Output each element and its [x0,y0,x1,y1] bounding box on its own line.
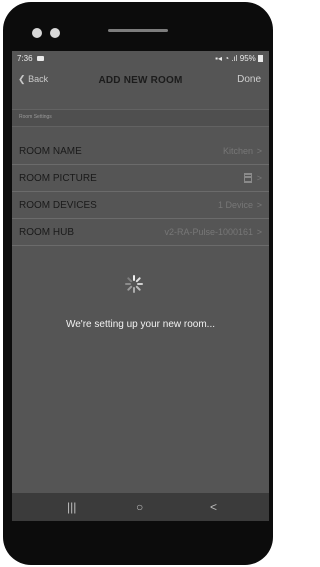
room-devices-value: 1 Device [217,200,253,210]
status-indicators: ▪◂ ◔ .ıl 95% [215,54,263,63]
room-picture-label: ROOM PICTURE [19,173,97,184]
front-camera [32,28,42,38]
room-name-value: Kitchen [222,146,253,156]
room-name-label: ROOM NAME [19,146,82,157]
room-devices-label: ROOM DEVICES [19,200,97,211]
room-name-row[interactable]: ROOM NAME Kitchen > [12,138,269,165]
picture-icon [243,172,253,184]
system-back-button[interactable]: < [210,500,217,514]
done-button[interactable]: Done [237,74,261,85]
battery-icon [258,55,263,62]
chevron-right-icon: > [256,173,262,183]
status-bar: 7:36 ▪◂ ◔ .ıl 95% [12,51,269,65]
section-header: Room Settings [12,109,269,127]
room-devices-row[interactable]: ROOM DEVICES 1 Device > [12,192,269,219]
loading-spinner-icon [125,275,143,293]
front-sensor [50,28,60,38]
signal-icon: ▪◂ ◔ .ıl [215,54,238,63]
app-screen: 7:36 ▪◂ ◔ .ıl 95% ❮ Back ADD NEW ROOM Do… [12,51,269,521]
home-button[interactable]: ○ [136,500,143,514]
room-hub-label: ROOM HUB [19,227,74,238]
earpiece-speaker [108,29,168,32]
notification-icon [36,56,44,61]
room-picture-thumbnail [243,172,253,186]
battery-percent: 95% [239,54,256,63]
room-picture-row[interactable]: ROOM PICTURE > [12,165,269,192]
section-header-label: Room Settings [19,114,52,120]
status-time: 7:36 [17,54,44,63]
phone-frame: 7:36 ▪◂ ◔ .ıl 95% ❮ Back ADD NEW ROOM Do… [3,2,273,565]
nav-bar: ❮ Back ADD NEW ROOM Done [12,65,269,95]
room-hub-row[interactable]: ROOM HUB v2-RA-Pulse-1000161 > [12,219,269,246]
recent-apps-button[interactable]: ||| [67,500,76,514]
page-title: ADD NEW ROOM [98,75,183,86]
chevron-right-icon: > [256,200,262,210]
chevron-right-icon: > [256,227,262,237]
chevron-right-icon: > [256,146,262,156]
system-navigation-bar: ||| ○ < [12,493,269,521]
room-hub-value: v2-RA-Pulse-1000161 [164,227,253,237]
loading-message: We're setting up your new room... [65,319,215,330]
